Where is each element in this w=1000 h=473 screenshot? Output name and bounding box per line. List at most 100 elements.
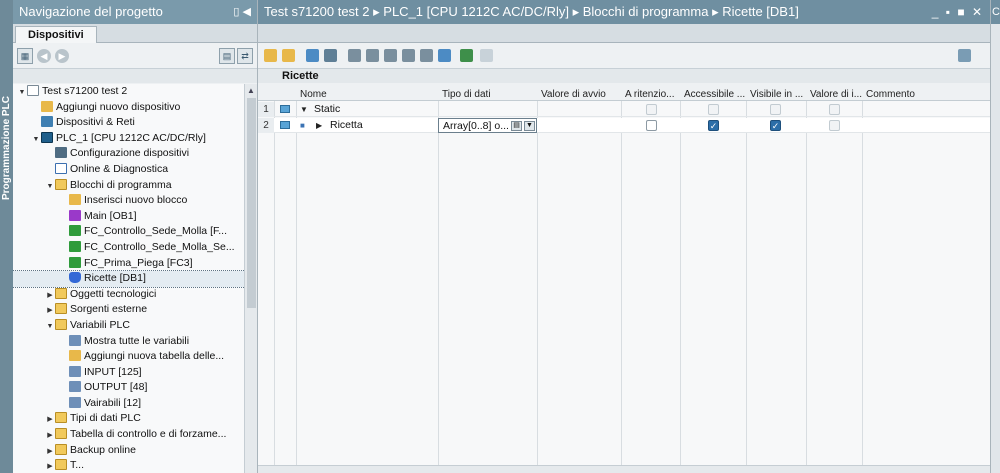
visible-checkbox[interactable]: ✓ [770,120,781,131]
tree-item[interactable]: FC_Controllo_Sede_Molla [F... [13,224,245,240]
tree-twisty-icon[interactable]: ▶ [45,412,55,428]
col-commento[interactable]: Commento [862,88,990,101]
tree-item[interactable]: ▶ T... [13,458,245,473]
glasses-icon[interactable] [480,49,493,62]
tree-item[interactable]: ▶ Backup online [13,443,245,459]
tree-twisty-icon[interactable]: ▶ [45,428,55,444]
setpoint-checkbox[interactable] [829,104,840,115]
nav-toolbar: ▦ ◀ ▶ ▤ ⇄ [13,43,257,69]
tree-item[interactable]: Mostra tutte le variabili [13,334,245,350]
tree-twisty-icon[interactable]: ▼ [17,85,27,101]
tree-item[interactable]: Inserisci nuovo blocco [13,193,245,209]
tree-item[interactable]: Ricette [DB1] [13,270,245,288]
col-valore-di-impostazione[interactable]: Valore di i... [806,88,862,101]
side-tab-programmazione-plc[interactable]: Programmazione PLC [0,0,13,473]
monitor-icon[interactable] [460,49,473,62]
load-snapshot-icon[interactable] [384,49,397,62]
editor-horizontal-scrollbar[interactable] [258,465,990,473]
snapshot-icon[interactable] [348,49,361,62]
copy-snapshot-icon[interactable] [366,49,379,62]
accessible-checkbox[interactable]: ✓ [708,120,719,131]
overview-icon[interactable]: ▦ [17,48,33,64]
col-valore-di-avvio[interactable]: Valore di avvio [537,88,621,101]
folder-icon [55,303,67,315]
tree-twisty-icon[interactable]: ▶ [45,303,55,319]
accessible-checkbox[interactable] [708,104,719,115]
breadcrumb-0[interactable]: Test s71200 test 2 [264,4,370,19]
tree-twisty-icon[interactable]: ▶ [45,288,55,304]
network-view-icon[interactable]: ⇄ [237,48,253,64]
tree-twisty-icon[interactable]: ▼ [45,179,55,195]
table-row[interactable]: 2 ■ ▶ Ricetta Array[0..8] o... ▤ ▼ ✓ ✓ [258,118,990,133]
breadcrumb-2[interactable]: Blocchi di programma [583,4,709,19]
breadcrumb-1[interactable]: PLC_1 [CPU 1212C AC/DC/Rly] [383,4,569,19]
datatype-dropdown-icon[interactable]: ▼ [524,121,535,131]
tree-item[interactable]: Aggiungi nuova tabella delle... [13,349,245,365]
tbl-icon [69,334,81,346]
collapse-panel-icon[interactable]: ▯ ◀ [233,0,251,24]
tree-item[interactable]: ▼ Blocchi di programma [13,178,245,194]
setpoint-icon[interactable] [420,49,433,62]
plc-icon [41,131,53,143]
col-visibile[interactable]: Visibile in ... [746,88,806,101]
setpoint-checkbox[interactable] [829,120,840,131]
expand-ricetta-icon[interactable]: ▶ [316,118,322,133]
tree-item[interactable]: ▶ Tabella di controllo e di forzame... [13,427,245,443]
col-accessibile[interactable]: Accessibile ... [680,88,746,101]
tree-item[interactable]: ▶ Sorgenti esterne [13,302,245,318]
tree-item[interactable]: Online & Diagnostica [13,162,245,178]
tree-twisty-icon[interactable]: ▼ [31,132,41,148]
scroll-up-icon[interactable]: ▲ [247,86,255,95]
breadcrumb-3[interactable]: Ricette [DB1] [722,4,799,19]
datatype-browse-icon[interactable]: ▤ [511,121,522,131]
tree-item[interactable]: INPUT [125] [13,365,245,381]
tree-scrollbar[interactable]: ▲ [244,84,257,473]
tree-item[interactable]: Aggiungi nuovo dispositivo [13,100,245,116]
tree-twisty-icon[interactable]: ▼ [45,319,55,335]
tree-twisty-icon[interactable]: ▶ [45,444,55,460]
tab-dispositivi[interactable]: Dispositivi [15,26,97,44]
col-nome[interactable]: Nome [296,88,438,101]
retain-checkbox[interactable] [646,104,657,115]
tree-item-label: INPUT [125] [84,365,142,378]
list-icon[interactable] [438,49,451,62]
tree-item-label: OUTPUT [48] [84,381,148,394]
tree-twisty-icon[interactable]: ▶ [45,459,55,473]
tree-item[interactable]: Configurazione dispositivi [13,146,245,162]
forward-icon[interactable]: ▶ [55,49,69,63]
visible-checkbox[interactable] [770,104,781,115]
row-name[interactable]: Ricetta [326,118,438,133]
tree-item[interactable]: Vairabili [12] [13,396,245,412]
table-row[interactable]: 1 ▼ Static [258,102,990,117]
tree-item-label: Main [OB1] [84,209,137,222]
row-name[interactable]: Static [310,102,438,117]
start-values-icon[interactable] [402,49,415,62]
tree-item[interactable]: Dispositivi & Reti [13,115,245,131]
expand-static-icon[interactable]: ▼ [300,102,308,117]
datatype-field[interactable]: Array[0..8] o... ▤ ▼ [438,118,537,133]
task-card-label[interactable]: C [991,0,1000,24]
tree-item-label: Dispositivi & Reti [56,116,135,129]
tree-item[interactable]: FC_Prima_Piega [FC3] [13,256,245,272]
col-a-ritenzione[interactable]: A ritenzio... [621,88,680,101]
tree-item[interactable]: OUTPUT [48] [13,380,245,396]
window-controls[interactable]: _ ▪ ■ ✕ [932,0,984,24]
layout-icon[interactable] [958,49,971,62]
scrollbar-thumb[interactable] [247,98,256,308]
tree-item[interactable]: Main [OB1] [13,209,245,225]
expand-all-icon[interactable] [306,49,319,62]
grid-view-icon[interactable]: ▤ [219,48,235,64]
datatype-value[interactable]: Array[0..8] o... [439,119,509,134]
insert-row-icon[interactable] [264,49,277,62]
tree-item[interactable]: ▼ Test s71200 test 2 [13,84,245,100]
retain-checkbox[interactable] [646,120,657,131]
col-tipo-di-dati[interactable]: Tipo di dati [438,88,537,101]
tree-item[interactable]: ▼ PLC_1 [CPU 1212C AC/DC/Rly] [13,131,245,147]
add-row-icon[interactable] [282,49,295,62]
collapse-all-icon[interactable] [324,49,337,62]
tree-item[interactable]: ▶ Tipi di dati PLC [13,411,245,427]
back-icon[interactable]: ◀ [37,49,51,63]
tree-item[interactable]: FC_Controllo_Sede_Molla_Se... [13,240,245,256]
tree-item[interactable]: ▶ Oggetti tecnologici [13,287,245,303]
tree-item[interactable]: ▼ Variabili PLC [13,318,245,334]
